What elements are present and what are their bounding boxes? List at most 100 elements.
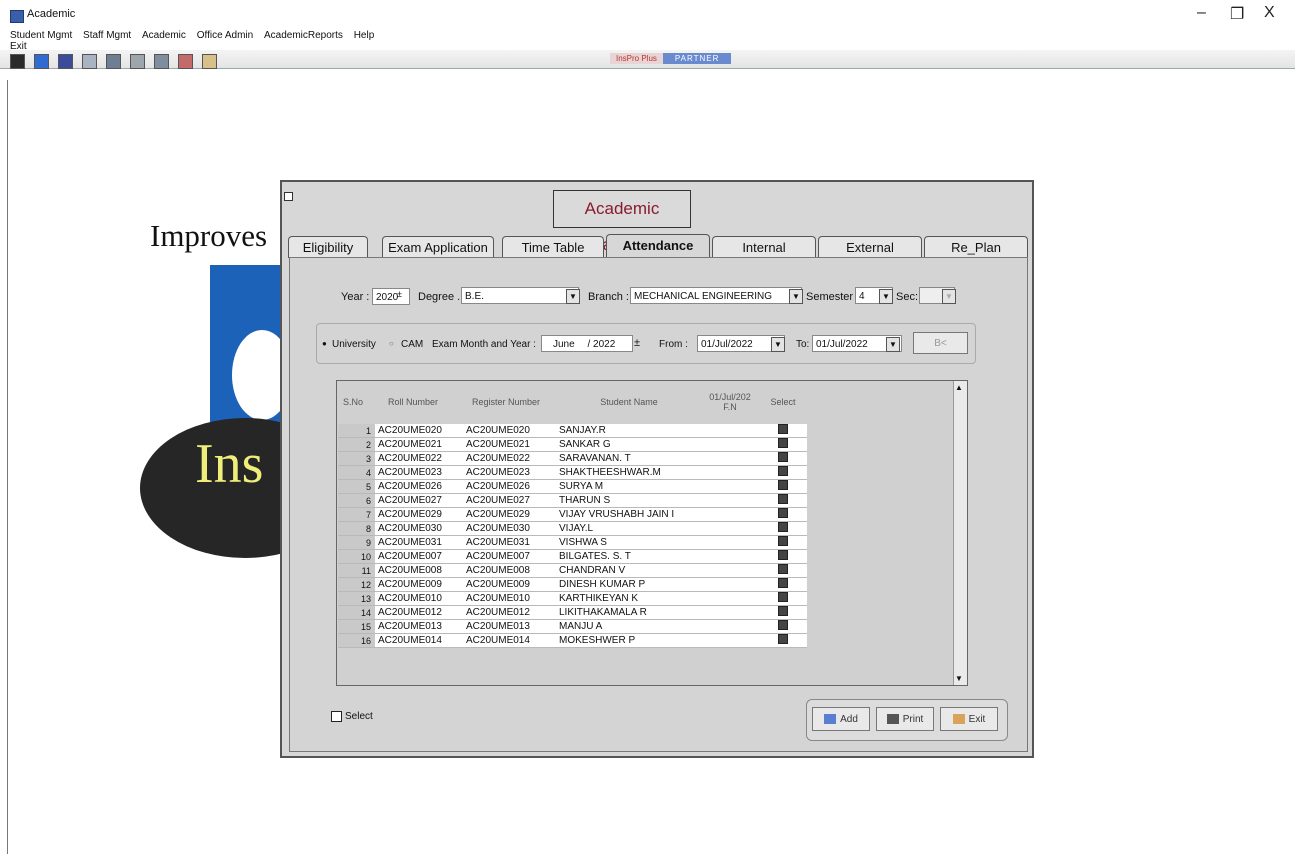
book-icon[interactable]: [130, 54, 145, 69]
from-date-dropdown-icon[interactable]: ▼: [771, 337, 785, 352]
row-attendance-cell[interactable]: [705, 424, 756, 438]
tab-external[interactable]: External: [818, 236, 922, 258]
table-row[interactable]: 10 AC20UME007 AC20UME007 BILGATES. S. T: [338, 549, 807, 564]
row-attendance-cell[interactable]: [705, 619, 756, 634]
calendar-icon[interactable]: [82, 54, 97, 69]
row-select-checkbox[interactable]: [778, 508, 788, 518]
row-select-checkbox[interactable]: [778, 494, 788, 504]
row-select-cell[interactable]: [756, 605, 807, 620]
menu-academic-reports[interactable]: AcademicReports: [264, 30, 343, 41]
row-select-cell[interactable]: [756, 633, 807, 648]
sec-dropdown-icon[interactable]: ▼: [942, 289, 956, 304]
table-row[interactable]: 16 AC20UME014 AC20UME014 MOKESHWER P: [338, 633, 807, 648]
year-spinner[interactable]: 2020: [372, 288, 410, 305]
row-select-checkbox[interactable]: [778, 536, 788, 546]
row-select-checkbox[interactable]: [778, 564, 788, 574]
row-attendance-cell[interactable]: [705, 577, 756, 592]
row-select-cell[interactable]: [756, 424, 807, 438]
row-attendance-cell[interactable]: [705, 591, 756, 606]
row-attendance-cell[interactable]: [705, 549, 756, 564]
select-all-checkbox[interactable]: Select: [331, 711, 373, 722]
menu-office-admin[interactable]: Office Admin: [197, 30, 254, 41]
row-select-cell[interactable]: [756, 619, 807, 634]
to-date-dropdown-icon[interactable]: ▼: [886, 337, 900, 352]
row-attendance-cell[interactable]: [705, 451, 756, 466]
table-row[interactable]: 13 AC20UME010 AC20UME010 KARTHIKEYAN K: [338, 591, 807, 606]
table-row[interactable]: 9 AC20UME031 AC20UME031 VISHWA S: [338, 535, 807, 550]
cam-radio-icon[interactable]: ○: [389, 339, 394, 348]
row-select-checkbox[interactable]: [778, 634, 788, 644]
branch-dropdown-icon[interactable]: ▼: [789, 289, 803, 304]
tab-time-table[interactable]: Time Table: [502, 236, 604, 258]
row-select-checkbox[interactable]: [778, 606, 788, 616]
minimize-button[interactable]: –: [1197, 4, 1206, 22]
row-attendance-cell[interactable]: [705, 479, 756, 494]
row-select-cell[interactable]: [756, 591, 807, 606]
exit-icon[interactable]: [202, 54, 217, 69]
branch-select[interactable]: MECHANICAL ENGINEERING: [630, 287, 802, 304]
table-row[interactable]: 1 AC20UME020 AC20UME020 SANJAY.R: [338, 424, 807, 438]
row-select-checkbox[interactable]: [778, 480, 788, 490]
row-attendance-cell[interactable]: [705, 633, 756, 648]
row-select-cell[interactable]: [756, 549, 807, 564]
table-row[interactable]: 2 AC20UME021 AC20UME021 SANKAR G: [338, 437, 807, 452]
exit-button[interactable]: Exit: [940, 707, 998, 731]
add-button[interactable]: Add: [812, 707, 870, 731]
row-select-cell[interactable]: [756, 465, 807, 480]
exam-month-year-field[interactable]: June / 2022: [541, 335, 633, 352]
degree-dropdown-icon[interactable]: ▼: [566, 289, 580, 304]
row-attendance-cell[interactable]: [705, 465, 756, 480]
year-spinner-arrows-icon[interactable]: ±: [397, 289, 402, 299]
row-attendance-cell[interactable]: [705, 563, 756, 578]
menu-staff-mgmt[interactable]: Staff Mgmt: [83, 30, 131, 41]
grid-scrollbar[interactable]: ▲ ▼: [953, 381, 967, 685]
users-icon[interactable]: [10, 54, 25, 69]
print-button[interactable]: Print: [876, 707, 934, 731]
table-row[interactable]: 3 AC20UME022 AC20UME022 SARAVANAN. T: [338, 451, 807, 466]
semester-dropdown-icon[interactable]: ▼: [879, 289, 893, 304]
row-select-checkbox[interactable]: [778, 466, 788, 476]
tab-eligibility[interactable]: Eligibility: [288, 236, 368, 258]
tab-attendance[interactable]: Attendance: [606, 234, 710, 258]
go-button[interactable]: B<: [913, 332, 968, 354]
print-icon[interactable]: [178, 54, 193, 69]
row-select-cell[interactable]: [756, 563, 807, 578]
row-select-cell[interactable]: [756, 521, 807, 536]
table-row[interactable]: 6 AC20UME027 AC20UME027 THARUN S: [338, 493, 807, 508]
exam-spinner-arrows-icon[interactable]: ±: [634, 337, 640, 349]
degree-select[interactable]: B.E.: [461, 287, 579, 304]
row-select-cell[interactable]: [756, 451, 807, 466]
cam-radio-label[interactable]: CAM: [401, 339, 423, 350]
row-select-cell[interactable]: [756, 479, 807, 494]
row-select-cell[interactable]: [756, 493, 807, 508]
row-select-checkbox[interactable]: [778, 522, 788, 532]
staff-icon[interactable]: [58, 54, 73, 69]
menu-help[interactable]: Help: [354, 30, 375, 41]
row-select-checkbox[interactable]: [778, 438, 788, 448]
row-attendance-cell[interactable]: [705, 535, 756, 550]
student-icon[interactable]: [34, 54, 49, 69]
row-attendance-cell[interactable]: [705, 493, 756, 508]
row-attendance-cell[interactable]: [705, 605, 756, 620]
row-attendance-cell[interactable]: [705, 507, 756, 522]
university-radio-icon[interactable]: ●: [322, 339, 327, 348]
restore-button[interactable]: ❐: [1230, 4, 1244, 24]
row-select-cell[interactable]: [756, 577, 807, 592]
row-select-cell[interactable]: [756, 535, 807, 550]
table-row[interactable]: 12 AC20UME009 AC20UME009 DINESH KUMAR P: [338, 577, 807, 592]
table-row[interactable]: 8 AC20UME030 AC20UME030 VIJAY.L: [338, 521, 807, 536]
table-row[interactable]: 11 AC20UME008 AC20UME008 CHANDRAN V: [338, 563, 807, 578]
row-select-checkbox[interactable]: [778, 550, 788, 560]
close-button[interactable]: X: [1264, 4, 1275, 22]
row-select-checkbox[interactable]: [778, 424, 788, 434]
row-select-cell[interactable]: [756, 507, 807, 522]
table-row[interactable]: 15 AC20UME013 AC20UME013 MANJU A: [338, 619, 807, 634]
menu-student-mgmt[interactable]: Student Mgmt: [10, 30, 72, 41]
tab-exam-application[interactable]: Exam Application: [382, 236, 494, 258]
row-select-checkbox[interactable]: [778, 620, 788, 630]
monitor-icon[interactable]: [106, 54, 121, 69]
scroll-up-icon[interactable]: ▲: [955, 383, 963, 392]
report-icon[interactable]: [154, 54, 169, 69]
table-row[interactable]: 7 AC20UME029 AC20UME029 VIJAY VRUSHABH JAIN…: [338, 507, 807, 522]
row-select-checkbox[interactable]: [778, 452, 788, 462]
